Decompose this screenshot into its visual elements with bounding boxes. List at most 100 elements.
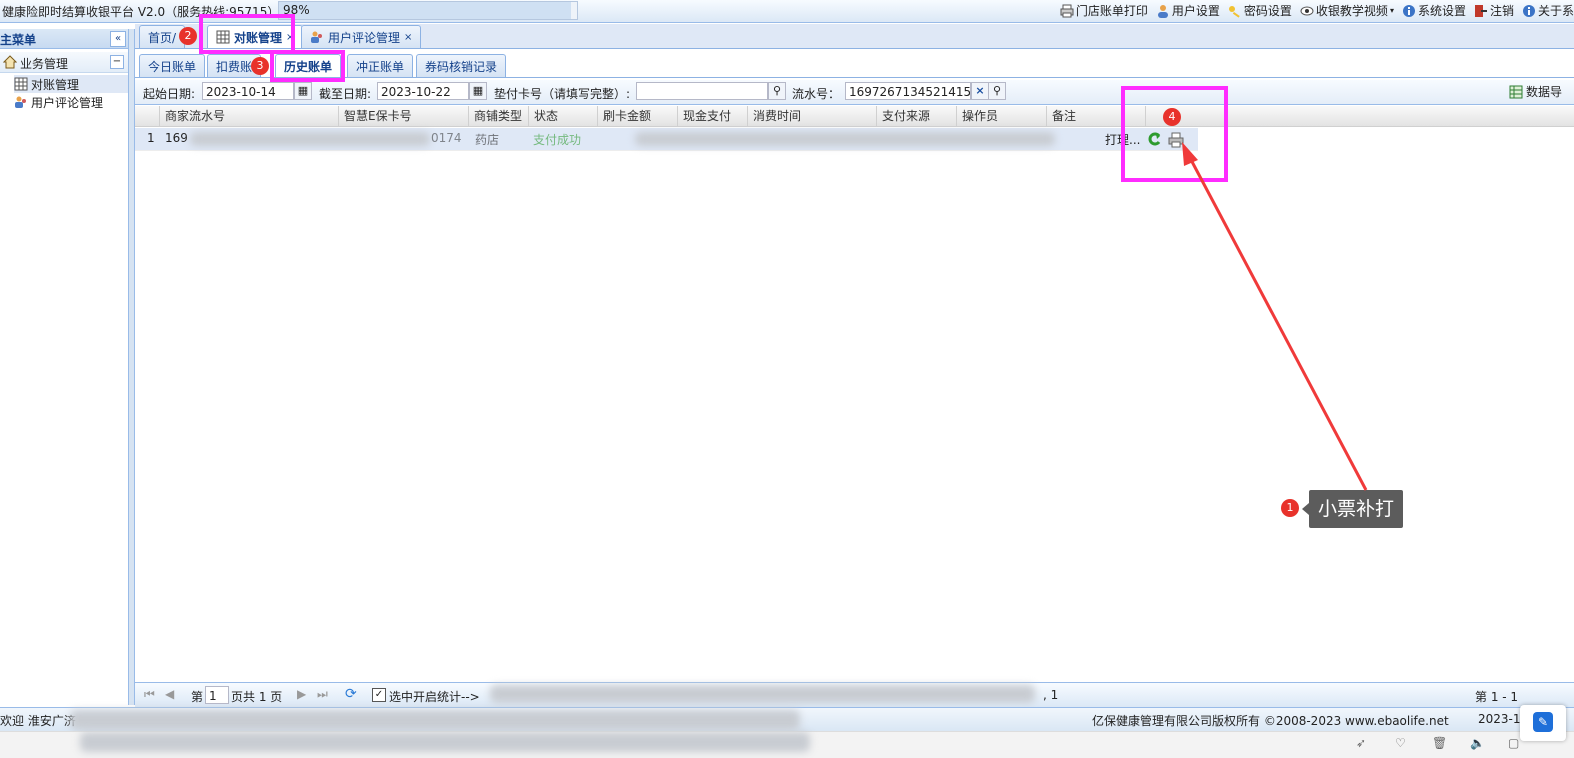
redacted-area [70, 710, 800, 730]
key-icon [1228, 5, 1240, 18]
tab-label: 首页/ [148, 30, 177, 45]
data-export-label: 数据导 [1526, 85, 1563, 99]
sub-tab-strip: 今日账单 扣费账 历史账单 冲正账单 券码核销记录 [135, 53, 1574, 78]
page-number-input[interactable]: 1 [205, 686, 229, 704]
refresh-icon[interactable]: ⟳ [345, 686, 357, 702]
chat-icon: ✎ [1533, 712, 1553, 732]
home-icon [3, 55, 17, 69]
tab-coupon-records[interactable]: 券码核销记录 [416, 54, 507, 77]
card-number-label: 垫付卡号（请填写完整）: [494, 87, 631, 101]
eye-icon [1300, 6, 1314, 15]
column-header[interactable]: 操作员 [956, 106, 1042, 126]
user-settings-link[interactable]: 用户设置 [1156, 2, 1220, 19]
users-icon [15, 96, 26, 108]
window-icon[interactable]: ▢ [1508, 736, 1519, 750]
redacted-area [80, 732, 810, 752]
data-export-button[interactable]: 数据导 [1509, 83, 1562, 100]
reprint-tooltip: 小票补打 [1309, 490, 1403, 528]
sidebar-item-reconciliation[interactable]: 对账管理 [14, 75, 128, 93]
stats-label: 选中开启统计--> [389, 690, 480, 704]
top-nav: 门店账单打印 用户设置 密码设置 收银教学视频 ▾ 系统设置 注销 关于系 [1060, 2, 1574, 19]
tab-today-bills[interactable]: 今日账单 [139, 54, 206, 77]
close-icon[interactable]: × [404, 32, 412, 43]
table-row[interactable]: 1 169 0174 药店 支付成功 打理... [135, 128, 1198, 151]
column-header[interactable]: 现金支付 [677, 106, 745, 126]
column-header[interactable]: 刷卡金额 [597, 106, 673, 126]
trash-icon[interactable]: 🗑 [1432, 736, 1447, 750]
serial-number-label: 流水号： [792, 87, 841, 101]
stats-checkbox[interactable]: ✓ [372, 688, 386, 702]
column-header[interactable]: 状态 [528, 106, 586, 126]
page-prefix: 第 [191, 690, 204, 704]
status-cell: 支付成功 [533, 133, 582, 147]
heart-icon[interactable]: ♡ [1395, 736, 1406, 750]
progress-fill [279, 2, 572, 19]
card-number-input[interactable] [636, 82, 768, 100]
search-icon[interactable]: ⚲ [988, 82, 1006, 100]
users-icon [311, 31, 322, 43]
next-page-icon[interactable]: ▶ [297, 687, 306, 701]
sidebar-header: 主菜单 « [0, 29, 128, 49]
printer-icon [1060, 4, 1074, 17]
user-icon [1157, 4, 1168, 18]
password-settings-label: 密码设置 [1243, 4, 1292, 18]
step-badge-1: 1 [1281, 499, 1299, 517]
progress-bar: 98% [278, 1, 578, 20]
logout-link[interactable]: 注销 [1474, 2, 1514, 19]
step-badge-3: 3 [251, 57, 269, 75]
start-date-input[interactable]: 2023-10-14 [202, 82, 294, 100]
last-page-icon[interactable]: ⏭ [317, 687, 328, 702]
info-icon [1402, 4, 1415, 17]
teaching-video-label: 收银教学视频 [1315, 4, 1388, 18]
chat-widget[interactable]: ✎ [1520, 705, 1566, 741]
store-bill-print-link[interactable]: 门店账单打印 [1060, 2, 1148, 19]
tab-label: 冲正账单 [356, 59, 405, 74]
sidebar-item-user-comments[interactable]: 用户评论管理 [14, 93, 103, 111]
column-header[interactable]: 智慧E保卡号 [338, 106, 464, 126]
store-bill-print-label: 门店账单打印 [1075, 4, 1148, 18]
password-settings-link[interactable]: 密码设置 [1228, 2, 1292, 19]
tab-reversal-bills[interactable]: 冲正账单 [347, 54, 414, 77]
calendar-icon[interactable]: ▦ [469, 82, 487, 100]
sidebar-group-toggle[interactable]: − [110, 55, 124, 69]
redacted-area [190, 132, 430, 146]
column-header[interactable]: 商铺类型 [468, 106, 526, 126]
clear-icon[interactable]: × [971, 82, 989, 100]
paging-bar: ⏮ ◀ 第 1 页共 1 页 ▶ ⏭ ⟳ ✓ 选中开启统计--> , 1 第 1… [135, 682, 1574, 707]
shop-type-cell: 药店 [475, 133, 500, 147]
column-header[interactable]: 商家流水号 [159, 106, 335, 126]
end-date-label: 截至日期: [319, 87, 372, 101]
highlight-box-history [270, 50, 345, 82]
card-number-cell: 0174 [431, 131, 462, 145]
sidebar-item-label: 用户评论管理 [31, 95, 104, 110]
tab-user-comments[interactable]: 用户评论管理 × [301, 25, 422, 48]
column-header[interactable]: 消费时间 [747, 106, 871, 126]
prev-page-icon[interactable]: ◀ [165, 687, 174, 701]
tab-label: 用户评论管理 [328, 30, 401, 45]
speaker-icon[interactable]: 🔈 [1470, 736, 1485, 750]
teaching-video-menu[interactable]: 收银教学视频 ▾ [1300, 2, 1394, 19]
end-date-input[interactable]: 2023-10-22 [377, 82, 469, 100]
calendar-grid-icon [14, 77, 28, 91]
redacted-area [490, 685, 1035, 703]
os-taskbar: ➶ ♡ 🗑 🔈 ▢ [0, 731, 1574, 758]
page-count: 页共 1 页 [231, 690, 283, 704]
step-badge-2: 2 [179, 27, 197, 45]
rocket-icon[interactable]: ➶ [1356, 736, 1366, 750]
status-bar: 欢迎 淮安广济 亿保健康管理有限公司版权所有 ©2008-2023 www.eb… [0, 707, 1574, 732]
system-settings-label: 系统设置 [1417, 4, 1466, 18]
system-settings-link[interactable]: 系统设置 [1402, 2, 1466, 19]
sidebar-collapse-button[interactable]: « [110, 31, 126, 47]
search-icon[interactable]: ⚲ [768, 82, 786, 100]
tooltip-arrow [1302, 503, 1309, 515]
about-link[interactable]: 关于系 [1522, 2, 1574, 19]
step-badge-4: 4 [1163, 108, 1181, 126]
sidebar-group-label: 业务管理 [20, 57, 69, 71]
user-settings-label: 用户设置 [1171, 4, 1220, 18]
tab-label: 扣费账 [216, 59, 253, 74]
column-header[interactable]: 支付来源 [876, 106, 952, 126]
serial-number-input[interactable]: 169726713452141567 [845, 82, 971, 100]
first-page-icon[interactable]: ⏮ [144, 687, 155, 702]
calendar-icon[interactable]: ▦ [294, 82, 312, 100]
sidebar-group-business[interactable]: 业务管理 − [0, 52, 128, 73]
